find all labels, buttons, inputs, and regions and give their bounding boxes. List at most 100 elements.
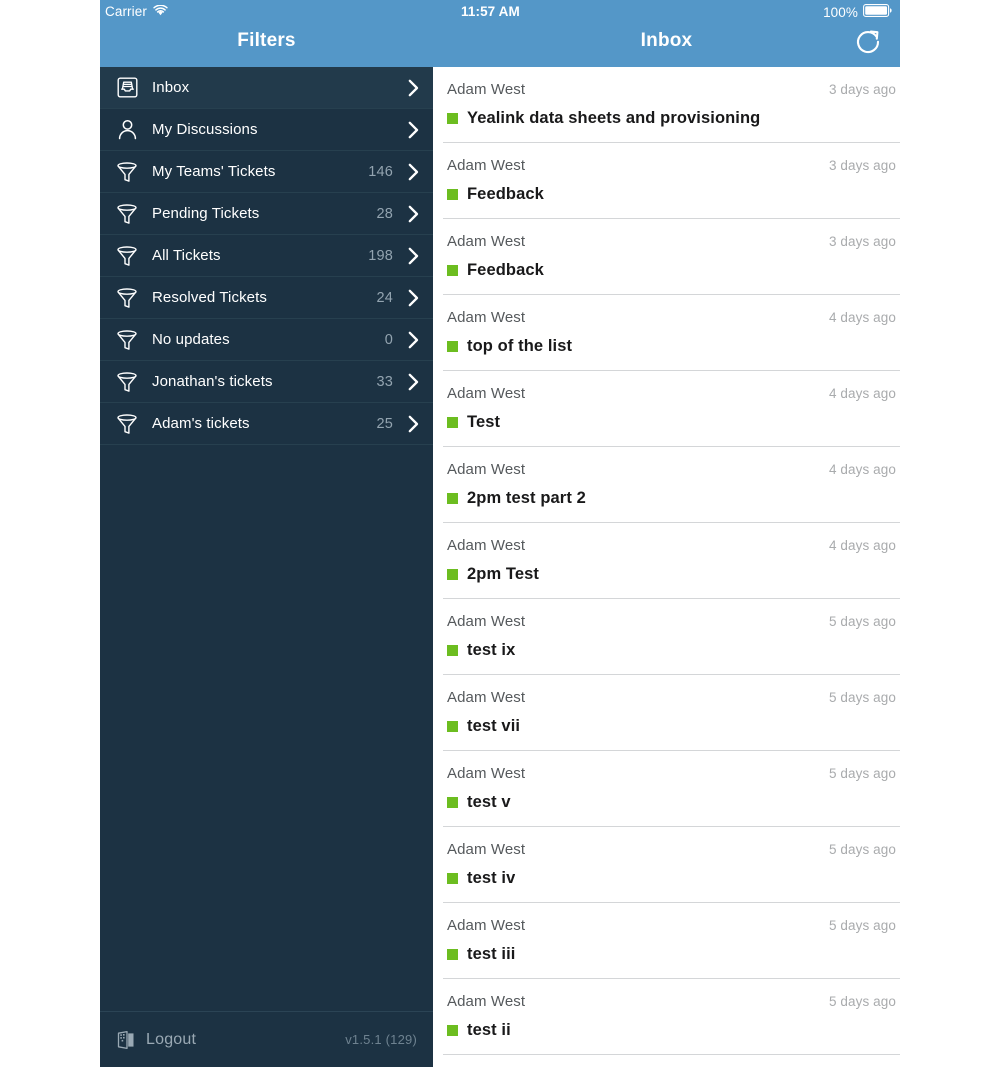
status-badge [447, 873, 458, 884]
ticket-row[interactable]: Adam West 5 days ago test v [433, 751, 1000, 827]
status-badge [447, 721, 458, 732]
sidebar-item-pending-tickets[interactable]: Pending Tickets 28 [100, 193, 433, 235]
sidebar-item-count: 146 [368, 163, 393, 180]
ticket-row-header: Adam West 5 days ago [447, 689, 900, 706]
ticket-row-body: test vii [447, 717, 1000, 736]
ticket-row[interactable]: Adam West 4 days ago top of the list [433, 295, 1000, 371]
ticket-row-body: test v [447, 793, 1000, 812]
funnel-icon [114, 245, 140, 266]
filter-list: Inbox My Discussions My Teams' Tickets 14… [100, 67, 433, 1011]
refresh-button[interactable] [852, 27, 884, 59]
sidebar-item-count: 198 [368, 247, 393, 264]
status-badge [447, 189, 458, 200]
ticket-row[interactable]: Adam West 4 days ago 2pm Test [433, 523, 1000, 599]
app-version-label: v1.5.1 (129) [345, 1032, 417, 1047]
ticket-row[interactable]: Adam West 3 days ago Feedback [433, 143, 1000, 219]
sidebar-item-label: Adam's tickets [152, 415, 250, 432]
sidebar-item-my-discussions[interactable]: My Discussions [100, 109, 433, 151]
ticket-row-header: Adam West 5 days ago [447, 917, 900, 934]
ticket-list: Adam West 3 days ago Yealink data sheets a… [433, 67, 1000, 1055]
sidebar-item-label: Pending Tickets [152, 205, 260, 222]
ticket-row[interactable]: Adam West 3 days ago Feedback [433, 219, 1000, 295]
wifi-icon [153, 4, 168, 19]
ticket-row-body: 2pm Test [447, 565, 1000, 584]
sidebar-item-adam-s-tickets[interactable]: Adam's tickets 25 [100, 403, 433, 445]
ticket-row-header: Adam West 4 days ago [447, 385, 900, 402]
ticket-row-header: Adam West 5 days ago [447, 993, 900, 1010]
sidebar-item-resolved-tickets[interactable]: Resolved Tickets 24 [100, 277, 433, 319]
refresh-icon [854, 27, 882, 60]
ticket-sender: Adam West [447, 461, 526, 478]
status-badge [447, 341, 458, 352]
inbox-tray-icon [114, 77, 140, 98]
sidebar-item-no-updates[interactable]: No updates 0 [100, 319, 433, 361]
person-icon [114, 119, 140, 140]
chevron-right-icon [407, 415, 419, 433]
ticket-timestamp: 5 days ago [828, 842, 896, 857]
sidebar-header: Carrier Filters [100, 0, 433, 67]
status-bar-left: Carrier [105, 4, 168, 19]
ticket-row-header: Adam West 3 days ago [447, 157, 900, 174]
ticket-subject: 2pm Test [467, 565, 540, 583]
ticket-row[interactable]: Adam West 5 days ago test ii [433, 979, 1000, 1055]
funnel-icon [114, 287, 140, 308]
ticket-row-body: 2pm test part 2 [447, 489, 1000, 508]
sidebar-item-label: No updates [152, 331, 230, 348]
ticket-row-body: test iv [447, 869, 1000, 888]
ticket-timestamp: 5 days ago [828, 994, 896, 1009]
sidebar-item-label: All Tickets [152, 247, 221, 264]
status-badge [447, 949, 458, 960]
funnel-icon [114, 161, 140, 182]
ticket-sender: Adam West [447, 689, 526, 706]
ticket-row-body: Test [447, 413, 1000, 432]
sidebar-item-label: Resolved Tickets [152, 289, 267, 306]
sidebar-item-jonathan-s-tickets[interactable]: Jonathan's tickets 33 [100, 361, 433, 403]
ticket-row-body: top of the list [447, 337, 1000, 356]
ticket-row[interactable]: Adam West 5 days ago test iii [433, 903, 1000, 979]
ticket-sender: Adam West [447, 309, 526, 326]
ticket-row[interactable]: Adam West 5 days ago test iv [433, 827, 1000, 903]
status-badge [447, 797, 458, 808]
status-bar-right: 100% [823, 4, 892, 20]
inbox-title: Inbox [640, 30, 693, 51]
chevron-right-icon [407, 331, 419, 349]
chevron-right-icon [407, 163, 419, 181]
ticket-row[interactable]: Adam West 5 days ago test ix [433, 599, 1000, 675]
ticket-row[interactable]: Adam West 5 days ago test vii [433, 675, 1000, 751]
ticket-subject: Yealink data sheets and provisioning [467, 109, 761, 127]
sidebar-item-all-tickets[interactable]: All Tickets 198 [100, 235, 433, 277]
ticket-subject: Feedback [467, 261, 544, 279]
ticket-timestamp: 4 days ago [828, 462, 896, 477]
ticket-sender: Adam West [447, 765, 526, 782]
battery-full-icon [863, 4, 892, 20]
ticket-row-header: Adam West 5 days ago [447, 765, 900, 782]
sidebar-item-label: My Discussions [152, 121, 258, 138]
ticket-sender: Adam West [447, 613, 526, 630]
sidebar-item-my-teams-tickets[interactable]: My Teams' Tickets 146 [100, 151, 433, 193]
status-badge [447, 493, 458, 504]
ticket-row[interactable]: Adam West 3 days ago Yealink data sheets a… [433, 67, 1000, 143]
chevron-right-icon [407, 247, 419, 265]
chevron-right-icon [407, 79, 419, 97]
ticket-timestamp: 5 days ago [828, 918, 896, 933]
status-badge [447, 265, 458, 276]
inbox-panel: 11:57 AM 100% Inbox Adam West 3 days ago… [433, 0, 1000, 1067]
status-badge [447, 417, 458, 428]
sidebar-item-count: 28 [376, 205, 393, 222]
status-badge [447, 645, 458, 656]
sidebar-footer[interactable]: Logout v1.5.1 (129) [100, 1011, 433, 1067]
ticket-timestamp: 3 days ago [828, 234, 896, 249]
status-badge [447, 113, 458, 124]
ticket-timestamp: 5 days ago [828, 766, 896, 781]
ticket-sender: Adam West [447, 157, 526, 174]
filters-sidebar: Carrier Filters Inbox My Discussions My … [100, 0, 433, 1067]
ticket-row[interactable]: Adam West 4 days ago Test [433, 371, 1000, 447]
sidebar-item-label: My Teams' Tickets [152, 163, 276, 180]
ticket-subject: test iv [467, 869, 516, 887]
funnel-icon [114, 371, 140, 392]
ticket-subject: Test [467, 413, 501, 431]
sidebar-item-inbox[interactable]: Inbox [100, 67, 433, 109]
ticket-row[interactable]: Adam West 4 days ago 2pm test part 2 [433, 447, 1000, 523]
ticket-sender: Adam West [447, 917, 526, 934]
ticket-timestamp: 5 days ago [828, 690, 896, 705]
